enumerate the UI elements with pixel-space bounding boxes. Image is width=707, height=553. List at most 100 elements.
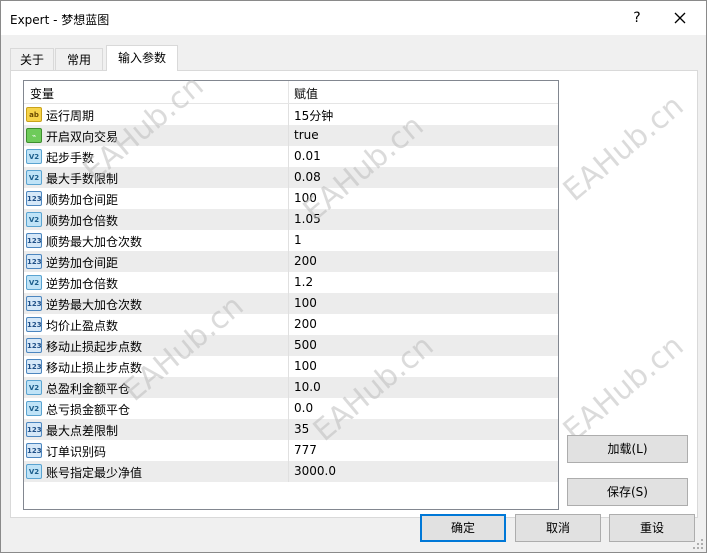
parameter-value[interactable]: 35 (294, 422, 309, 436)
parameter-row[interactable]: V2 逆势加仓倍数 1.2 (24, 272, 558, 293)
parameter-row[interactable]: 123 均价止盈点数 200 (24, 314, 558, 335)
integer-type-icon: 123 (26, 233, 42, 248)
column-divider (288, 398, 289, 419)
parameter-value[interactable]: 200 (294, 254, 317, 268)
double-type-icon: V2 (26, 275, 42, 290)
parameter-name: 顺势最大加仓次数 (46, 235, 143, 249)
parameter-row[interactable]: V2 总亏损金额平仓 0.0 (24, 398, 558, 419)
parameter-row[interactable]: 123 最大点差限制 35 (24, 419, 558, 440)
column-divider (288, 146, 289, 167)
column-header-value[interactable]: 赋值 (294, 85, 318, 102)
tab-inputs[interactable]: 输入参数 (106, 45, 178, 71)
integer-type-icon: 123 (26, 443, 42, 458)
parameter-row[interactable]: 123 顺势加仓间距 100 (24, 188, 558, 209)
integer-type-icon: 123 (26, 359, 42, 374)
double-type-icon: V2 (26, 170, 42, 185)
parameter-name: 顺势加仓倍数 (46, 214, 119, 228)
column-divider (288, 314, 289, 335)
parameter-row[interactable]: V2 顺势加仓倍数 1.05 (24, 209, 558, 230)
parameter-row[interactable]: 123 移动止损止步点数 100 (24, 356, 558, 377)
parameter-value[interactable]: 100 (294, 359, 317, 373)
column-divider (288, 335, 289, 356)
parameter-name: 逆势加仓间距 (46, 256, 119, 270)
parameter-row[interactable]: 123 顺势最大加仓次数 1 (24, 230, 558, 251)
parameter-value[interactable]: 777 (294, 443, 317, 457)
column-divider (288, 440, 289, 461)
parameter-row[interactable]: 123 移动止损起步点数 500 (24, 335, 558, 356)
parameter-name: 均价止盈点数 (46, 319, 119, 333)
parameter-value[interactable]: 1.05 (294, 212, 321, 226)
double-type-icon: V2 (26, 464, 42, 479)
parameter-name: 逆势最大加仓次数 (46, 298, 143, 312)
double-type-icon: V2 (26, 401, 42, 416)
parameter-value[interactable]: 200 (294, 317, 317, 331)
parameter-value[interactable]: 100 (294, 191, 317, 205)
tab-about[interactable]: 关于 (10, 48, 54, 70)
parameter-name: 移动止损止步点数 (46, 361, 143, 375)
bool-type-icon: ⌁ (26, 128, 42, 143)
parameter-name: 逆势加仓倍数 (46, 277, 119, 291)
title-bar: Expert - 梦想蓝图 ? (1, 1, 706, 35)
tab-common[interactable]: 常用 (55, 48, 103, 70)
integer-type-icon: 123 (26, 254, 42, 269)
parameter-value[interactable]: 15分钟 (294, 107, 333, 124)
parameter-row[interactable]: V2 起步手数 0.01 (24, 146, 558, 167)
parameter-name: 开启双向交易 (46, 130, 119, 144)
help-button[interactable]: ? (627, 8, 647, 28)
ok-button[interactable]: 确定 (420, 514, 506, 542)
parameter-value[interactable]: 100 (294, 296, 317, 310)
parameter-value[interactable]: 0.08 (294, 170, 321, 184)
column-divider (288, 419, 289, 440)
parameter-name: 最大点差限制 (46, 424, 119, 438)
parameter-row[interactable]: 123 订单识别码 777 (24, 440, 558, 461)
column-divider (288, 272, 289, 293)
watermark: EAHub.cn (556, 328, 691, 449)
integer-type-icon: 123 (26, 422, 42, 437)
resize-grip-icon[interactable] (692, 538, 704, 550)
integer-type-icon: 123 (26, 296, 42, 311)
column-divider[interactable] (288, 81, 289, 104)
parameter-name: 最大手数限制 (46, 172, 119, 186)
parameter-value[interactable]: 1.2 (294, 275, 313, 289)
column-divider (288, 461, 289, 482)
string-type-icon: ab (26, 107, 42, 122)
parameter-name: 运行周期 (46, 109, 95, 123)
column-header-variable[interactable]: 变量 (30, 85, 54, 102)
parameter-name: 总亏损金额平仓 (46, 403, 131, 417)
parameter-value[interactable]: 0.0 (294, 401, 313, 415)
parameter-value[interactable]: 1 (294, 233, 302, 247)
parameter-row[interactable]: 123 逆势最大加仓次数 100 (24, 293, 558, 314)
parameter-value[interactable]: 500 (294, 338, 317, 352)
column-divider (288, 230, 289, 251)
close-icon[interactable] (669, 7, 691, 29)
parameter-row[interactable]: 123 逆势加仓间距 200 (24, 251, 558, 272)
column-divider (288, 293, 289, 314)
parameter-name: 总盈利金额平仓 (46, 382, 131, 396)
double-type-icon: V2 (26, 212, 42, 227)
parameter-row[interactable]: ⌁ 开启双向交易 true (24, 125, 558, 146)
column-divider (288, 104, 289, 125)
parameter-value[interactable]: 3000.0 (294, 464, 336, 478)
save-button[interactable]: 保存(S) (567, 478, 688, 506)
parameter-row[interactable]: V2 最大手数限制 0.08 (24, 167, 558, 188)
parameter-row[interactable]: V2 总盈利金额平仓 10.0 (24, 377, 558, 398)
window-title: Expert - 梦想蓝图 (10, 13, 110, 27)
watermark: EAHub.cn (556, 88, 691, 209)
parameter-name: 订单识别码 (46, 445, 107, 459)
integer-type-icon: 123 (26, 191, 42, 206)
parameters-grid[interactable]: 变量 赋值 ab 运行周期 15分钟 ⌁ 开启双向交易 true V2 起步手数 0.01 V2 最… (23, 80, 559, 510)
column-divider (288, 125, 289, 146)
load-button[interactable]: 加载(L) (567, 435, 688, 463)
parameter-value[interactable]: 10.0 (294, 380, 321, 394)
column-divider (288, 251, 289, 272)
expert-dialog: Expert - 梦想蓝图 ? 关于 常用 输入参数 变量 赋值 ab 运行周期 1… (0, 0, 707, 553)
parameter-row[interactable]: V2 账号指定最少净值 3000.0 (24, 461, 558, 482)
reset-button[interactable]: 重设 (609, 514, 695, 542)
parameter-name: 移动止损起步点数 (46, 340, 143, 354)
parameter-value[interactable]: 0.01 (294, 149, 321, 163)
column-divider (288, 188, 289, 209)
parameter-row[interactable]: ab 运行周期 15分钟 (24, 104, 558, 125)
cancel-button[interactable]: 取消 (515, 514, 601, 542)
parameter-value[interactable]: true (294, 128, 319, 142)
column-divider (288, 167, 289, 188)
